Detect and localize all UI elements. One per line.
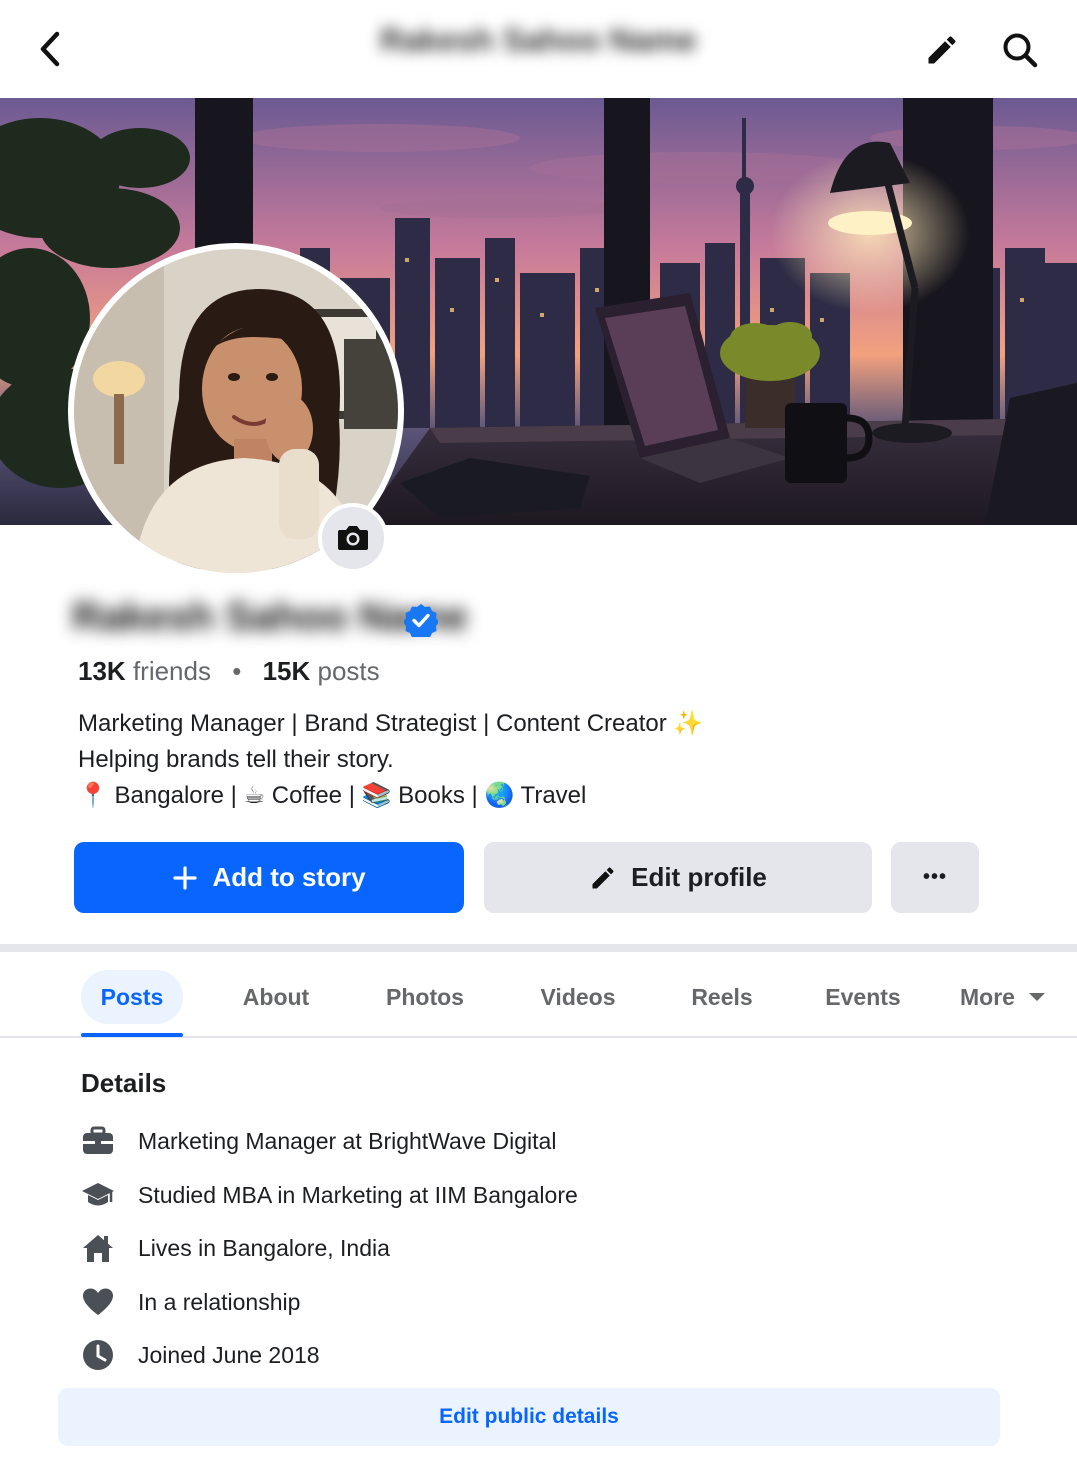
posts-label: posts <box>317 656 380 686</box>
bio-item-coffee: ☕ Coffee <box>243 782 343 809</box>
detail-relationship: In a relationship <box>80 1282 300 1322</box>
search-icon <box>1003 33 1038 68</box>
caret-down-icon <box>1028 993 1045 1001</box>
bio-item-travel: 🌏 Travel <box>484 782 587 809</box>
detail-location: Lives in Bangalore, India <box>80 1228 390 1268</box>
active-tab-indicator <box>81 1033 183 1037</box>
edit-profile-button[interactable]: Edit profile <box>484 842 872 913</box>
detail-location-text: Lives in Bangalore, India <box>138 1234 390 1261</box>
top-bar: Rakesh Sahoo Name <box>0 0 1077 98</box>
add-to-story-label: Add to story <box>212 862 366 892</box>
profile-bio: Marketing Manager | Brand Strategist | C… <box>78 706 703 814</box>
more-options-label: ••• <box>922 866 947 888</box>
friends-count[interactable]: 13K <box>78 656 126 686</box>
briefcase-icon <box>80 1123 116 1159</box>
bio-line-3: 📍 Bangalore | ☕ Coffee | 📚 Books | 🌏 Tra… <box>78 778 703 814</box>
heart-icon <box>80 1284 116 1320</box>
search-button[interactable] <box>996 26 1044 74</box>
details-heading: Details <box>81 1068 167 1098</box>
detail-joined-text: Joined June 2018 <box>138 1341 320 1368</box>
detail-joined: Joined June 2018 <box>80 1335 320 1375</box>
pencil-icon <box>589 864 617 892</box>
change-photo-button[interactable] <box>318 503 388 573</box>
bio-item-books: 📚 Books <box>361 782 465 809</box>
back-button[interactable] <box>28 24 72 74</box>
bio-separator: | <box>471 782 478 809</box>
tab-about[interactable]: About <box>226 970 326 1024</box>
camera-icon <box>338 526 368 550</box>
bio-separator: | <box>348 782 355 809</box>
detail-work-text: Marketing Manager at BrightWave Digital <box>138 1127 557 1154</box>
add-to-story-button[interactable]: Add to story <box>74 842 464 913</box>
tab-reels[interactable]: Reels <box>676 970 768 1024</box>
home-icon <box>80 1230 116 1266</box>
detail-work: Marketing Manager at BrightWave Digital <box>80 1121 556 1161</box>
detail-education-text: Studied MBA in Marketing at IIM Bangalor… <box>138 1181 578 1208</box>
section-divider <box>0 944 1077 952</box>
graduation-cap-icon <box>80 1177 116 1213</box>
pencil-icon <box>928 36 956 64</box>
stats-separator: • <box>232 656 242 686</box>
posts-count[interactable]: 15K <box>263 656 311 686</box>
tab-posts[interactable]: Posts <box>81 970 183 1024</box>
clock-icon <box>80 1337 116 1373</box>
back-arrow-icon <box>40 31 60 67</box>
tab-more[interactable]: More <box>960 970 1064 1024</box>
detail-relationship-text: In a relationship <box>138 1288 301 1315</box>
edit-button[interactable] <box>918 26 966 74</box>
profile-stats: 13K friends • 15K posts <box>78 656 380 687</box>
tab-events[interactable]: Events <box>808 970 918 1024</box>
detail-education: Studied MBA in Marketing at IIM Bangalor… <box>80 1175 578 1215</box>
profile-tabs: Posts About Photos Videos Reels Events M… <box>0 952 1077 1038</box>
edit-public-details-button[interactable]: Edit public details <box>58 1388 1000 1446</box>
bio-item-location: 📍 Bangalore <box>78 782 224 809</box>
tab-more-label: More <box>960 983 1015 1010</box>
bio-separator: | <box>230 782 237 809</box>
edit-profile-label: Edit profile <box>631 862 767 892</box>
verified-badge-icon <box>404 604 438 637</box>
more-options-button[interactable]: ••• <box>891 842 979 913</box>
tab-videos[interactable]: Videos <box>522 970 634 1024</box>
friends-label: friends <box>132 656 211 686</box>
bio-line-2: Helping brands tell their story. <box>78 746 394 773</box>
tab-photos[interactable]: Photos <box>370 970 480 1024</box>
header-title: Rakesh Sahoo Name <box>380 22 697 58</box>
bio-line-1: Marketing Manager | Brand Strategist | C… <box>78 710 704 737</box>
plus-icon <box>172 865 198 891</box>
